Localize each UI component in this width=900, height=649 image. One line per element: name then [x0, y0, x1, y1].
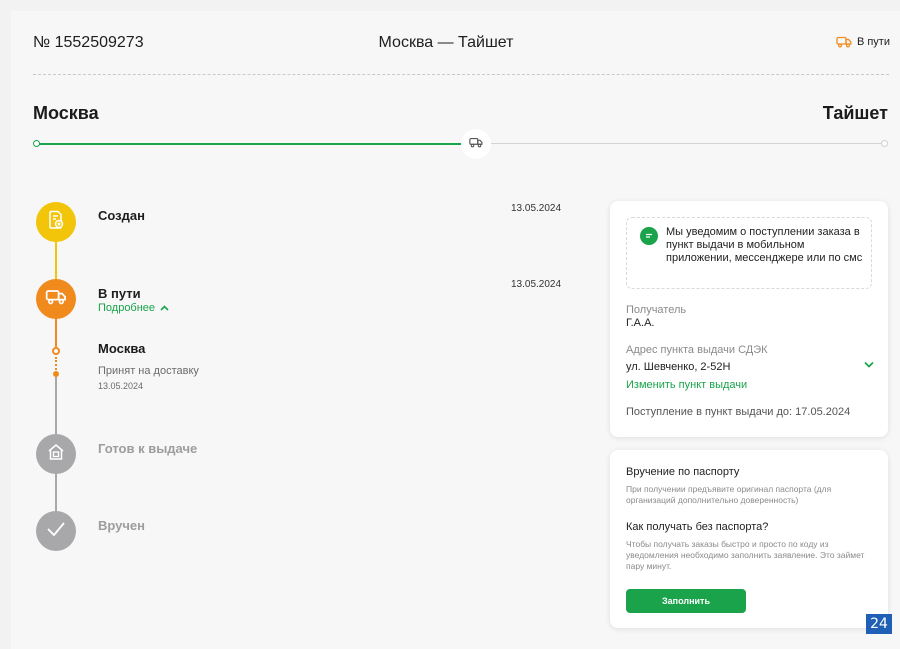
step-delivered-title: Вручен [98, 518, 146, 533]
passport-text: При получении предъявите оригинал паспор… [626, 484, 832, 505]
route-from: Москва [33, 103, 99, 123]
sub-event-date: 13.05.2024 [98, 381, 144, 391]
order-card: № 1552509273 Москва — Тайшет В пути Моск… [11, 11, 900, 649]
change-pickup-link[interactable]: Изменить пункт выдачи [626, 379, 747, 391]
route-progress-remaining [491, 143, 884, 144]
chevron-up-icon [160, 302, 169, 314]
route-title: Москва — Тайшет [378, 34, 514, 51]
step-in-transit-date: 13.05.2024 [511, 279, 562, 290]
timeline-line [55, 474, 57, 514]
route-start-dot [33, 140, 40, 147]
timeline-line [55, 318, 57, 347]
truck-icon [45, 289, 67, 310]
step-ready-circle [36, 434, 76, 474]
order-number: № 1552509273 [33, 34, 144, 51]
step-ready-title: Готов к выдаче [98, 441, 198, 456]
no-passport-question: Как получать без паспорта? [626, 521, 769, 533]
recipient-value: Г.А.А. [626, 317, 655, 329]
corner-badge: 24 [866, 614, 892, 634]
step-created-circle [36, 202, 76, 242]
notification-box: Мы уведомим о поступлении заказа в пункт… [626, 217, 872, 289]
details-toggle-link[interactable]: Подробнее [98, 302, 169, 314]
status-indicator: В пути [836, 36, 890, 48]
notification-text: Мы уведомим о поступлении заказа в пункт… [666, 226, 863, 264]
document-plus-icon [47, 210, 65, 235]
sub-event-description: Принят на доставку [98, 365, 199, 377]
chevron-down-icon[interactable] [864, 355, 874, 373]
truck-icon [469, 135, 483, 153]
status-label: В пути [856, 36, 890, 48]
route-truck-marker [461, 129, 491, 159]
step-in-transit-circle [36, 279, 76, 319]
timeline-line [55, 238, 57, 280]
passport-panel: Вручение по паспорту При получении предъ… [610, 450, 888, 628]
timeline-line [55, 377, 57, 437]
route-end-dot [881, 140, 888, 147]
delivery-info-panel: Мы уведомим о поступлении заказа в пункт… [610, 201, 888, 437]
passport-title: Вручение по паспорту [626, 466, 740, 478]
check-icon [46, 521, 66, 542]
message-icon [640, 227, 658, 245]
fill-application-button[interactable]: Заполнить [626, 589, 746, 613]
sub-event-city: Москва [98, 341, 146, 356]
timeline-subdot [53, 371, 59, 377]
recipient-label: Получатель [626, 304, 687, 316]
pickup-deadline: Поступление в пункт выдачи до: 17.05.202… [626, 406, 851, 418]
route-progress-done [37, 143, 462, 145]
step-created-title: Создан [98, 208, 145, 223]
truck-icon [836, 36, 852, 48]
no-passport-answer: Чтобы получать заказы быстро и просто по… [626, 539, 865, 571]
divider [33, 74, 889, 75]
step-in-transit-title: В пути [98, 286, 141, 301]
route-to: Тайшет [822, 103, 888, 123]
address-value: ул. Шевченко, 2-52Н [626, 361, 731, 373]
timeline-subdot [52, 347, 60, 355]
house-icon [47, 443, 65, 466]
details-toggle-label: Подробнее [98, 302, 156, 314]
step-created-date: 13.05.2024 [511, 203, 562, 214]
address-label: Адрес пункта выдачи СДЭК [626, 344, 768, 356]
step-delivered-circle [36, 511, 76, 551]
